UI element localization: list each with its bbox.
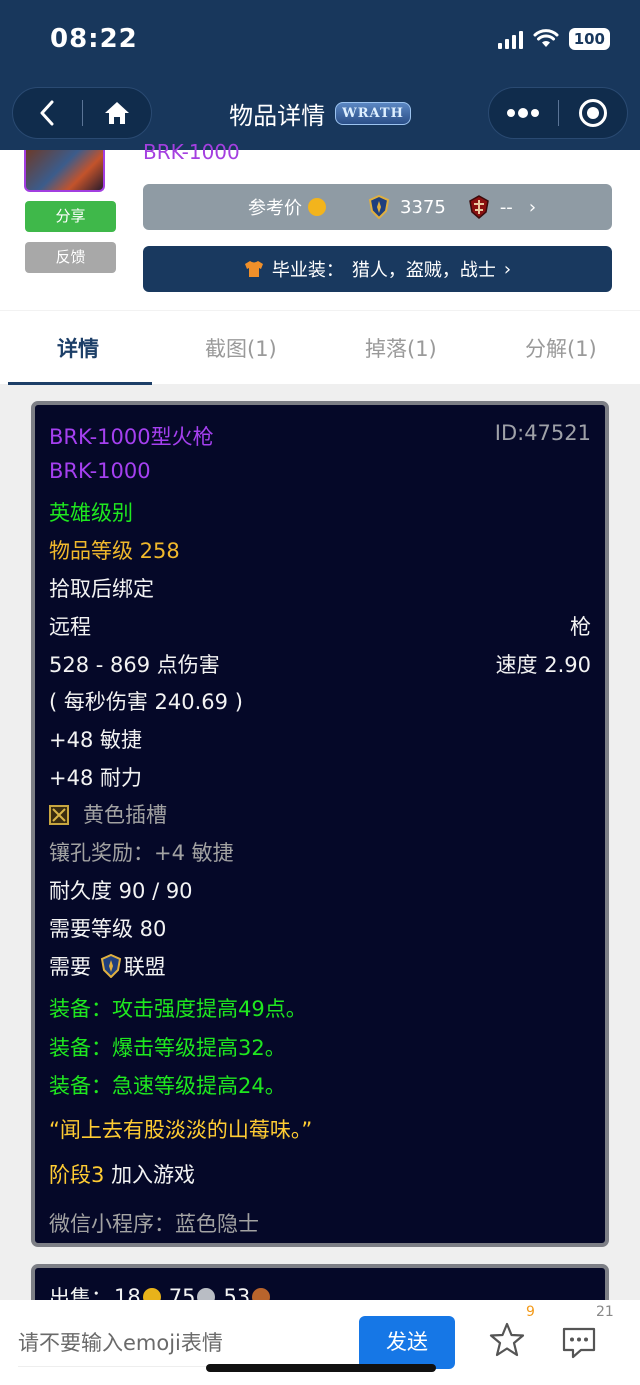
tab-bar: 详情 截图(1) 掉落(1) 分解(1) [0,310,640,385]
star-icon[interactable] [488,1322,526,1358]
chevron-right-icon: › [528,196,537,218]
close-miniprogram-button[interactable] [559,88,628,138]
price-label: 参考价 [248,198,302,219]
send-button[interactable]: 发送 [359,1316,455,1369]
best-in-slot-bar[interactable]: 毕业装： 猎人，盗贼，战士 › [143,246,612,292]
comment-count: 21 [596,1304,614,1320]
horde-icon [468,195,489,219]
phase-label: 阶段3 [49,1163,105,1187]
item-durability: 耐久度 90 / 90 [49,879,193,903]
comment-icon[interactable] [561,1326,597,1360]
more-dots-icon [507,108,540,118]
yellow-socket-icon [49,805,69,825]
chevron-right-icon: › [503,258,512,280]
item-flavor-text: “闻上去有股淡淡的山莓味。” [49,1118,313,1142]
feedback-button[interactable]: 反馈 [25,242,116,273]
item-dps: ( 每秒伤害 240.69 ) [49,690,243,714]
item-icon [24,150,105,192]
tab-drops[interactable]: 掉落(1) [365,333,437,363]
item-level: 物品等级 258 [49,539,180,563]
item-damage: 528 - 869 点伤害 [49,653,220,677]
reference-price-bar[interactable]: 参考价 3375 -- › [143,184,612,230]
item-speed: 速度 2.90 [495,653,591,677]
item-equip-effect: 装备：爆击等级提高32。 [49,1036,286,1060]
status-time: 08:22 [50,24,138,54]
item-type: 枪 [570,615,591,639]
required-faction-prefix: 需要 [49,955,91,979]
item-socket-label: 黄色插槽 [83,803,167,827]
top-bar: 08:22 100 物品详情 WRATH [0,0,640,150]
home-indicator [206,1364,436,1372]
favorite-count: 9 [526,1304,535,1320]
item-socket-bonus: 镶孔奖励：+4 敏捷 [49,841,234,865]
comment-input[interactable] [18,1326,348,1360]
shirt-icon [244,261,263,277]
gold-coin-icon [308,198,326,216]
item-phase: 阶段3 加入游戏 [49,1159,195,1189]
item-stat-agility: +48 敏捷 [49,728,142,752]
comment-bar: 发送 9 21 [0,1300,640,1385]
item-slot: 远程 [49,615,91,639]
item-equip-effect: 装备：急速等级提高24。 [49,1074,286,1098]
item-header-name: BRK-1000 [143,140,240,164]
alliance-icon [100,954,121,978]
item-socket: 黄色插槽 [49,799,167,829]
battery-indicator: 100 [568,28,610,50]
bis-classes: 猎人，盗贼，战士 [351,260,496,281]
page-title-text: 物品详情 [229,102,326,130]
wifi-icon [533,29,559,47]
nav-right-capsule [488,87,628,139]
phase-text: 加入游戏 [111,1163,196,1187]
bis-label: 毕业装： [271,260,344,281]
tab-disenchant[interactable]: 分解(1) [525,333,597,363]
item-bind: 拾取后绑定 [49,577,154,601]
item-required-level: 需要等级 80 [49,917,167,941]
share-button[interactable]: 分享 [25,201,116,232]
item-required-faction: 需要 联盟 [49,951,166,981]
target-close-icon [578,99,607,127]
status-icons: 100 [497,28,610,50]
required-faction-name: 联盟 [123,955,166,979]
tab-details[interactable]: 详情 [57,333,99,363]
item-stat-stamina: +48 耐力 [49,766,142,790]
wrath-expansion-logo: WRATH [335,102,411,125]
more-button[interactable] [489,88,558,138]
item-tooltip: BRK-1000型火枪 ID:47521 BRK-1000 英雄级别 物品等级 … [31,401,609,1247]
alliance-icon [368,195,390,219]
active-tab-indicator [8,382,152,385]
item-id: ID:47521 [494,421,591,445]
alliance-price: 3375 [400,196,446,218]
source-caption: 微信小程序：蓝色隐士 [49,1212,259,1236]
item-name: BRK-1000型火枪 [49,425,214,449]
horde-price: -- [499,196,513,218]
item-subname: BRK-1000 [49,459,151,483]
cellular-signal-icon [497,29,523,49]
item-equip-effect: 装备：攻击强度提高49点。 [49,997,307,1021]
tab-screenshots[interactable]: 截图(1) [205,333,277,363]
item-quality: 英雄级别 [49,501,133,525]
